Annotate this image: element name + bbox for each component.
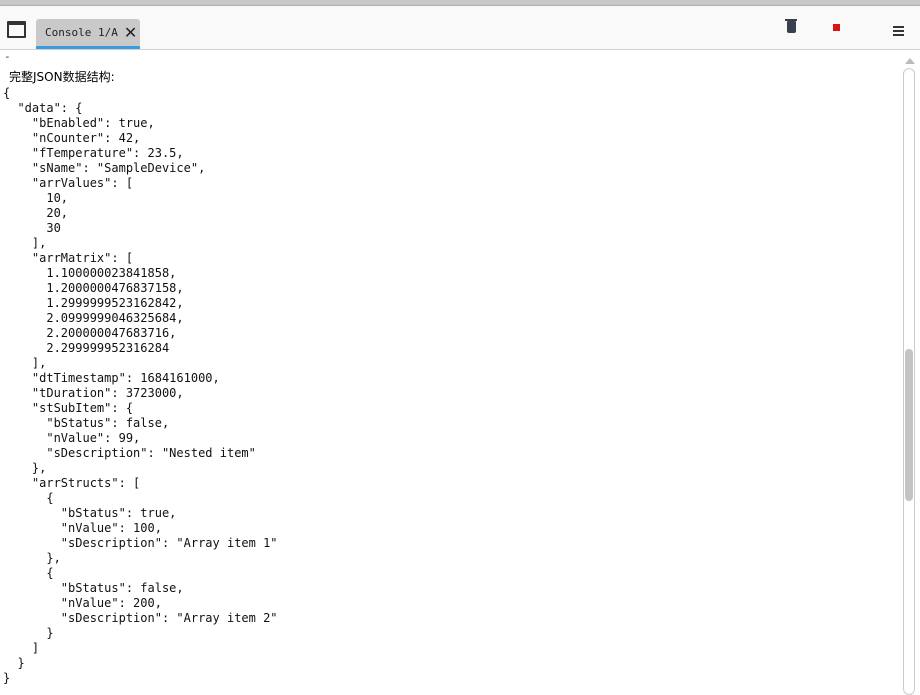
scroll-up-arrow-icon[interactable] [905, 58, 915, 64]
window-icon[interactable] [7, 21, 26, 38]
vertical-scrollbar[interactable] [901, 50, 920, 695]
scrollbar-thumb[interactable] [905, 349, 913, 501]
tab-console[interactable]: Console 1/A ✕ [36, 19, 140, 49]
scrollbar-track[interactable] [903, 68, 915, 695]
json-output: { "data": { "bEnabled": true, "nCounter"… [3, 86, 278, 685]
console-toolbar: Console 1/A ✕ [0, 6, 920, 50]
console-output: - 完整JSON数据结构: { "data": { "bEnabled": tr… [0, 50, 900, 691]
trash-icon[interactable] [785, 19, 797, 33]
output-heading: 完整JSON数据结构: [9, 70, 115, 84]
close-icon[interactable]: ✕ [124, 23, 137, 42]
console-dash: - [4, 50, 11, 63]
menu-icon[interactable] [893, 26, 904, 38]
tab-label: Console 1/A [45, 26, 118, 39]
stop-icon[interactable] [833, 24, 840, 31]
